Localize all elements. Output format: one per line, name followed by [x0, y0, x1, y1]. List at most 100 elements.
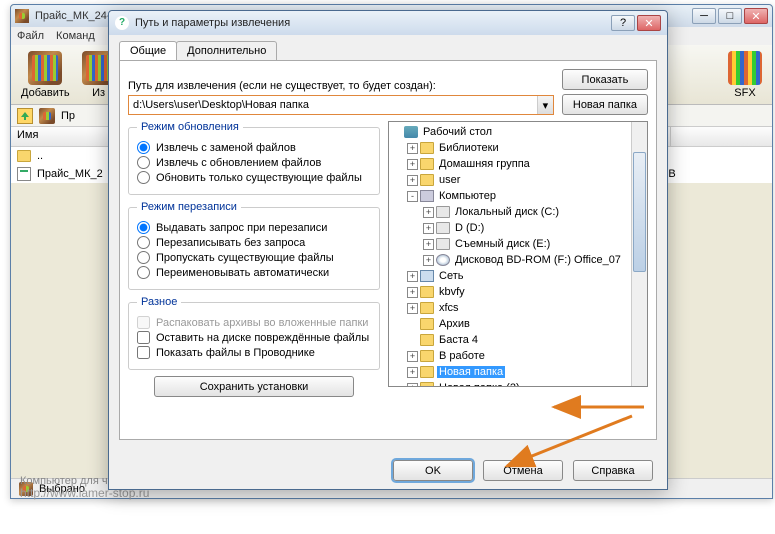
tree-label: D (D:)	[453, 222, 486, 234]
tree-node[interactable]: + Съемный диск (E:)	[391, 236, 647, 252]
save-settings-button[interactable]: Сохранить установки	[154, 376, 354, 397]
tree-expander[interactable]: +	[407, 303, 418, 314]
tree-expander[interactable]: +	[423, 207, 434, 218]
folder-icon	[420, 142, 434, 154]
tree-node[interactable]: - Компьютер	[391, 188, 647, 204]
tree-node[interactable]: + Библиотеки	[391, 140, 647, 156]
tree-expander[interactable]: +	[407, 287, 418, 298]
tree-expander[interactable]: +	[407, 383, 418, 387]
tree-expander[interactable]: +	[407, 367, 418, 378]
update-r2[interactable]: Извлечь с обновлением файлов	[137, 156, 371, 169]
tree-expander[interactable]: +	[423, 223, 434, 234]
tab-general[interactable]: Общие	[119, 41, 177, 60]
tree-label: Библиотеки	[437, 142, 501, 154]
tree-node[interactable]: +Сеть	[391, 268, 647, 284]
menu-commands[interactable]: Команд	[56, 30, 95, 42]
folder-icon	[420, 158, 434, 170]
tree-node[interactable]: + Домашняя группа	[391, 156, 647, 172]
dialog-help-button[interactable]: ?	[611, 15, 635, 31]
tree-node[interactable]: + xfcs	[391, 300, 647, 316]
tree-label: Съемный диск (E:)	[453, 238, 552, 250]
cancel-button[interactable]: Отмена	[483, 460, 563, 481]
update-mode-group: Режим обновления Извлечь с заменой файло…	[128, 121, 380, 195]
tree-label: Архив	[437, 318, 472, 330]
dialog-close-button[interactable]: ✕	[637, 15, 661, 31]
tree-expander[interactable]: +	[407, 271, 418, 282]
tree-node[interactable]: Баста 4	[391, 332, 647, 348]
tree-node[interactable]: +kbvfy	[391, 284, 647, 300]
nav-up-button[interactable]	[17, 108, 33, 124]
tree-expander[interactable]: -	[407, 191, 418, 202]
tree-expander[interactable]: +	[407, 159, 418, 170]
misc-c3[interactable]: Показать файлы в Проводнике	[137, 346, 371, 359]
folder-icon	[420, 286, 434, 298]
tree-node[interactable]: + D (D:)	[391, 220, 647, 236]
tree-expander[interactable]: +	[407, 175, 418, 186]
update-r3[interactable]: Обновить только существующие файлы	[137, 171, 371, 184]
tree-node[interactable]: Рабочий стол	[391, 124, 647, 140]
tree-label: В работе	[437, 350, 487, 362]
help-icon: ?	[115, 16, 129, 30]
tree-node[interactable]: +Локальный диск (C:)	[391, 204, 647, 220]
tree-node[interactable]: Архив	[391, 316, 647, 332]
folder-icon	[420, 350, 434, 362]
path-combobox[interactable]: ▾	[128, 95, 554, 115]
tree-scrollbar[interactable]	[631, 122, 647, 386]
tree-expander[interactable]: +	[423, 239, 434, 250]
disc-icon	[436, 254, 450, 266]
minimize-button[interactable]: ─	[692, 8, 716, 24]
tree-label: Новая папка (2)	[437, 382, 522, 386]
tree-label: Компьютер	[437, 190, 498, 202]
tree-label: Баста 4	[437, 334, 480, 346]
net-icon	[420, 270, 434, 282]
tree-node[interactable]: +Дисковод BD-ROM (F:) Office_07	[391, 252, 647, 268]
toolbar-add[interactable]: Добавить	[21, 51, 70, 99]
dialog-title: Путь и параметры извлечения	[135, 17, 611, 29]
tree-expander[interactable]: +	[407, 143, 418, 154]
maximize-button[interactable]: □	[718, 8, 742, 24]
folder-tree[interactable]: Рабочий стол+Библиотеки+Домашняя группа+…	[388, 121, 648, 387]
tree-label: Домашняя группа	[437, 158, 532, 170]
misc-c2[interactable]: Оставить на диске повреждённые файлы	[137, 331, 371, 344]
ok-button[interactable]: OK	[393, 460, 473, 481]
ow-r1[interactable]: Выдавать запрос при перезаписи	[137, 221, 371, 234]
menu-file[interactable]: Файл	[17, 30, 44, 42]
path-input[interactable]	[129, 96, 537, 114]
tree-label: Рабочий стол	[421, 126, 494, 138]
ow-r2[interactable]: Перезаписывать без запроса	[137, 236, 371, 249]
folder-icon	[17, 150, 31, 162]
folder-icon	[420, 318, 434, 330]
dialog-tabs: Общие Дополнительно	[119, 41, 657, 60]
tree-expander[interactable]: +	[423, 255, 434, 266]
tree-expander[interactable]: +	[407, 351, 418, 362]
tab-advanced[interactable]: Дополнительно	[176, 41, 277, 60]
close-button[interactable]: ✕	[744, 8, 768, 24]
tree-node[interactable]: + user	[391, 172, 647, 188]
drive-icon	[436, 206, 450, 218]
misc-group: Разное Распаковать архивы во вложенные п…	[128, 296, 380, 370]
archive-icon	[39, 108, 55, 124]
update-r1[interactable]: Извлечь с заменой файлов	[137, 141, 371, 154]
tree-node[interactable]: + В работе	[391, 348, 647, 364]
tree-label: user	[437, 174, 462, 186]
tree-node[interactable]: + Новая папка (2)	[391, 380, 647, 386]
show-button[interactable]: Показать	[562, 69, 648, 90]
overwrite-mode-group: Режим перезаписи Выдавать запрос при пер…	[128, 201, 380, 290]
tree-label: xfcs	[437, 302, 461, 314]
ow-r3[interactable]: Пропускать существующие файлы	[137, 251, 371, 264]
folder-icon	[420, 174, 434, 186]
add-icon	[28, 51, 62, 85]
tree-node[interactable]: + Новая папка	[391, 364, 647, 380]
help-button[interactable]: Справка	[573, 460, 653, 481]
ow-r4[interactable]: Переименовывать автоматически	[137, 266, 371, 279]
misc-c1: Распаковать архивы во вложенные папки	[137, 316, 371, 329]
folder-icon	[420, 334, 434, 346]
newfolder-button[interactable]: Новая папка	[562, 94, 648, 115]
folder-icon	[420, 302, 434, 314]
scroll-thumb[interactable]	[633, 152, 646, 272]
folder-icon	[420, 382, 434, 386]
folder-icon	[420, 366, 434, 378]
path-dropdown-icon[interactable]: ▾	[537, 96, 553, 114]
tree-label: Новая папка	[437, 366, 505, 378]
toolbar-sfx[interactable]: SFX	[728, 51, 762, 99]
